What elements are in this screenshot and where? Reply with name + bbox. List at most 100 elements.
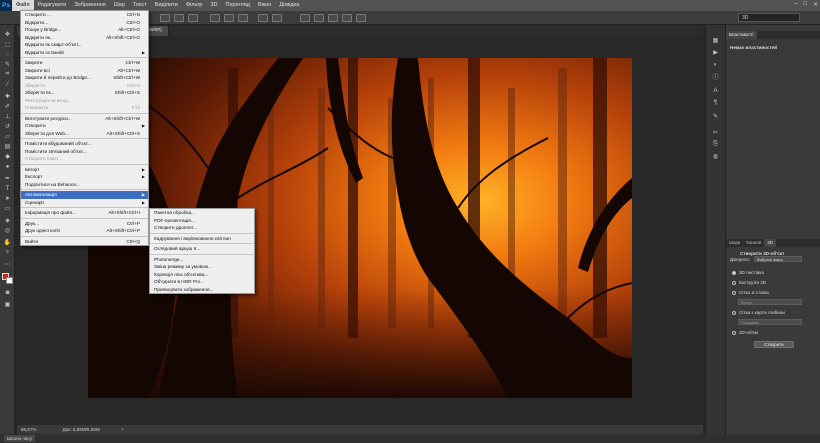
preset-select[interactable]: Конус [738,299,802,305]
file-menu-item[interactable]: Помістити зв'язаний об'єкт... [21,148,148,156]
file-menu-item[interactable]: Створити ▶ [21,122,148,130]
file-menu-item[interactable]: Зберегти як... Shift+Ctrl+S [21,89,148,97]
marquee-tool-icon[interactable]: ⬚ [3,41,12,48]
shape-tool-icon[interactable]: ▭ [3,205,12,212]
path-select-tool-icon[interactable]: ➤ [3,195,12,202]
file-menu-item[interactable]: Імпорт ▶ [21,166,148,174]
file-menu-item[interactable]: Створити пакет... [21,155,148,163]
tab-layers[interactable]: Шари [726,239,743,247]
radio-mesh-from-preset[interactable] [732,291,736,295]
file-menu-item[interactable]: Сценарії ▶ [21,199,148,207]
3d-tool-icon[interactable]: ◈ [3,217,12,224]
file-menu-item[interactable]: Зберегти Ctrl+S [21,82,148,90]
file-menu-item[interactable]: Друк однієї копії Alt+Shift+Ctrl+P [21,227,148,235]
blur-tool-icon[interactable]: ◆ [3,153,12,160]
file-menu-item[interactable]: Помістити вбудований об'єкт... [21,140,148,148]
file-menu-item[interactable]: Виготувати ресурси... Alt+Shift+Ctrl+W [21,115,148,123]
automate-menu-item[interactable]: Створити дроплет... [150,224,254,232]
file-menu-item[interactable]: Друк... Ctrl+P [21,220,148,228]
align-center-icon[interactable] [174,14,184,22]
3d-mode-slide-icon[interactable] [342,14,352,22]
radio-3d-postcard[interactable] [732,271,736,275]
background-color-swatch[interactable] [6,277,13,284]
automate-menu-item[interactable]: Корекція лінз об'єктива... [150,271,254,279]
file-menu-item[interactable]: Закрити Ctrl+W [21,59,148,67]
move-tool-icon[interactable]: ✥ [3,31,12,38]
file-menu-item[interactable]: Автоматизація ▶ [21,191,148,199]
dodge-tool-icon[interactable]: ● [3,163,12,170]
align-left-icon[interactable] [160,14,170,22]
automate-menu-item[interactable]: Пакетна обробка... [150,209,254,217]
menu-filter[interactable]: Фільтр [182,0,207,11]
menu-view[interactable]: Перегляд [222,0,254,11]
radio-3d-extrusion[interactable] [732,281,736,285]
file-menu-item[interactable]: Закрити всі Alt+Ctrl+W [21,67,148,75]
file-menu-item[interactable]: Зберегти для Web... Alt+Shift+Ctrl+S [21,130,148,138]
3d-mode-drag-icon[interactable] [328,14,338,22]
hand-tool-icon[interactable]: ✋ [3,239,12,246]
menu-help[interactable]: Довідка [275,0,303,11]
tab-channels[interactable]: Канали [743,239,764,247]
distribute-top-icon[interactable] [210,14,220,22]
file-menu-item[interactable]: Інформація про файл... Alt+Shift+Ctrl+I [21,209,148,217]
file-menu-item[interactable]: Пошук у Bridge... Alt+Ctrl+O [21,26,148,34]
distribute-bottom-icon[interactable] [238,14,248,22]
source-select[interactable]: Вибрані шари [754,256,802,262]
close-icon[interactable]: ✕ [813,1,818,8]
automate-menu-item[interactable]: Об'єднати в HDR Pro... [150,278,254,286]
status-arrow-icon[interactable]: › [122,427,124,433]
crop-tool-icon[interactable]: ⌗ [3,71,12,78]
eyedropper-tool-icon[interactable]: ⁄ [3,81,12,88]
history-panel-icon[interactable]: ▦ [711,37,720,44]
3d-mode-scale-icon[interactable] [356,14,366,22]
quick-mask-icon[interactable]: ◙ [3,289,12,296]
maximize-icon[interactable]: □ [803,1,807,8]
menu-select[interactable]: Виділити [151,0,182,11]
menu-window[interactable]: Вікно [254,0,275,11]
brush-tool-icon[interactable]: ✐ [3,103,12,110]
distribute-right-icon[interactable] [272,14,282,22]
more-tools-icon[interactable]: ⋯ [3,261,12,268]
healing-brush-tool-icon[interactable]: ✚ [3,93,12,100]
pen-tool-icon[interactable]: ✒ [3,175,12,182]
tab-properties[interactable]: Властивості [726,31,757,39]
file-menu-item[interactable]: Відкрити останній ▶ [21,49,148,57]
3d-mode-rotate-icon[interactable] [300,14,310,22]
character-panel-icon[interactable]: A [711,87,720,94]
screen-mode-icon[interactable]: ▣ [3,301,12,308]
automate-menu-item[interactable]: Припасувати зображення... [150,286,254,294]
file-menu-item[interactable]: Експорт ▶ [21,173,148,181]
quick-select-tool-icon[interactable]: ✎ [3,61,12,68]
file-menu-item[interactable]: Відкрити... Ctrl+O [21,19,148,27]
minimize-icon[interactable]: – [794,1,797,8]
file-menu-item[interactable]: Закрити й перейти до Bridge... Shift+Ctrl… [21,74,148,82]
automate-menu-item[interactable]: Оглядовий аркуш II... [150,245,254,253]
file-menu-item[interactable]: Поділитися на Behance... [21,181,148,189]
radio-mesh-from-depth[interactable] [732,311,736,315]
tool-presets-icon[interactable]: ✂ [711,129,720,136]
timeline-tab[interactable]: Шкала часу [4,435,35,442]
depth-select[interactable]: Площина [738,319,802,325]
distribute-left-icon[interactable] [258,14,268,22]
automate-menu-item[interactable]: PDF-презентація... [150,217,254,225]
clone-source-icon[interactable]: ⎘ [711,141,720,148]
file-menu-item[interactable]: Відкрити як смарт-об'єкт... [21,41,148,49]
zoom-level[interactable]: 66,67% [21,427,37,432]
automate-menu-item[interactable]: Кадрування і вирівнювання світлин [150,235,254,243]
automate-menu-item[interactable]: Photomerge... [150,256,254,264]
lasso-tool-icon[interactable]: ◌ [3,51,12,58]
3d-panel-icon[interactable]: ◍ [711,153,720,160]
gradient-tool-icon[interactable]: ▤ [3,143,12,150]
workspace-select[interactable]: 3D [738,13,800,22]
eraser-tool-icon[interactable]: ▱ [3,133,12,140]
3d-mode-roll-icon[interactable] [314,14,324,22]
file-menu-item[interactable]: Вийти Ctrl+Q [21,238,148,246]
file-menu-item[interactable]: Відкрити як... Alt+Shift+Ctrl+O [21,34,148,42]
menu-3d[interactable]: 3D [206,0,221,11]
3d-camera-tool-icon[interactable]: ◎ [3,227,12,234]
distribute-middle-icon[interactable] [224,14,234,22]
brush-panel-icon[interactable]: ✎ [711,113,720,120]
actions-panel-icon[interactable]: ▶ [711,49,720,56]
create-3d-button[interactable]: Створити [754,341,794,348]
zoom-tool-icon[interactable]: ⌕ [3,249,12,256]
